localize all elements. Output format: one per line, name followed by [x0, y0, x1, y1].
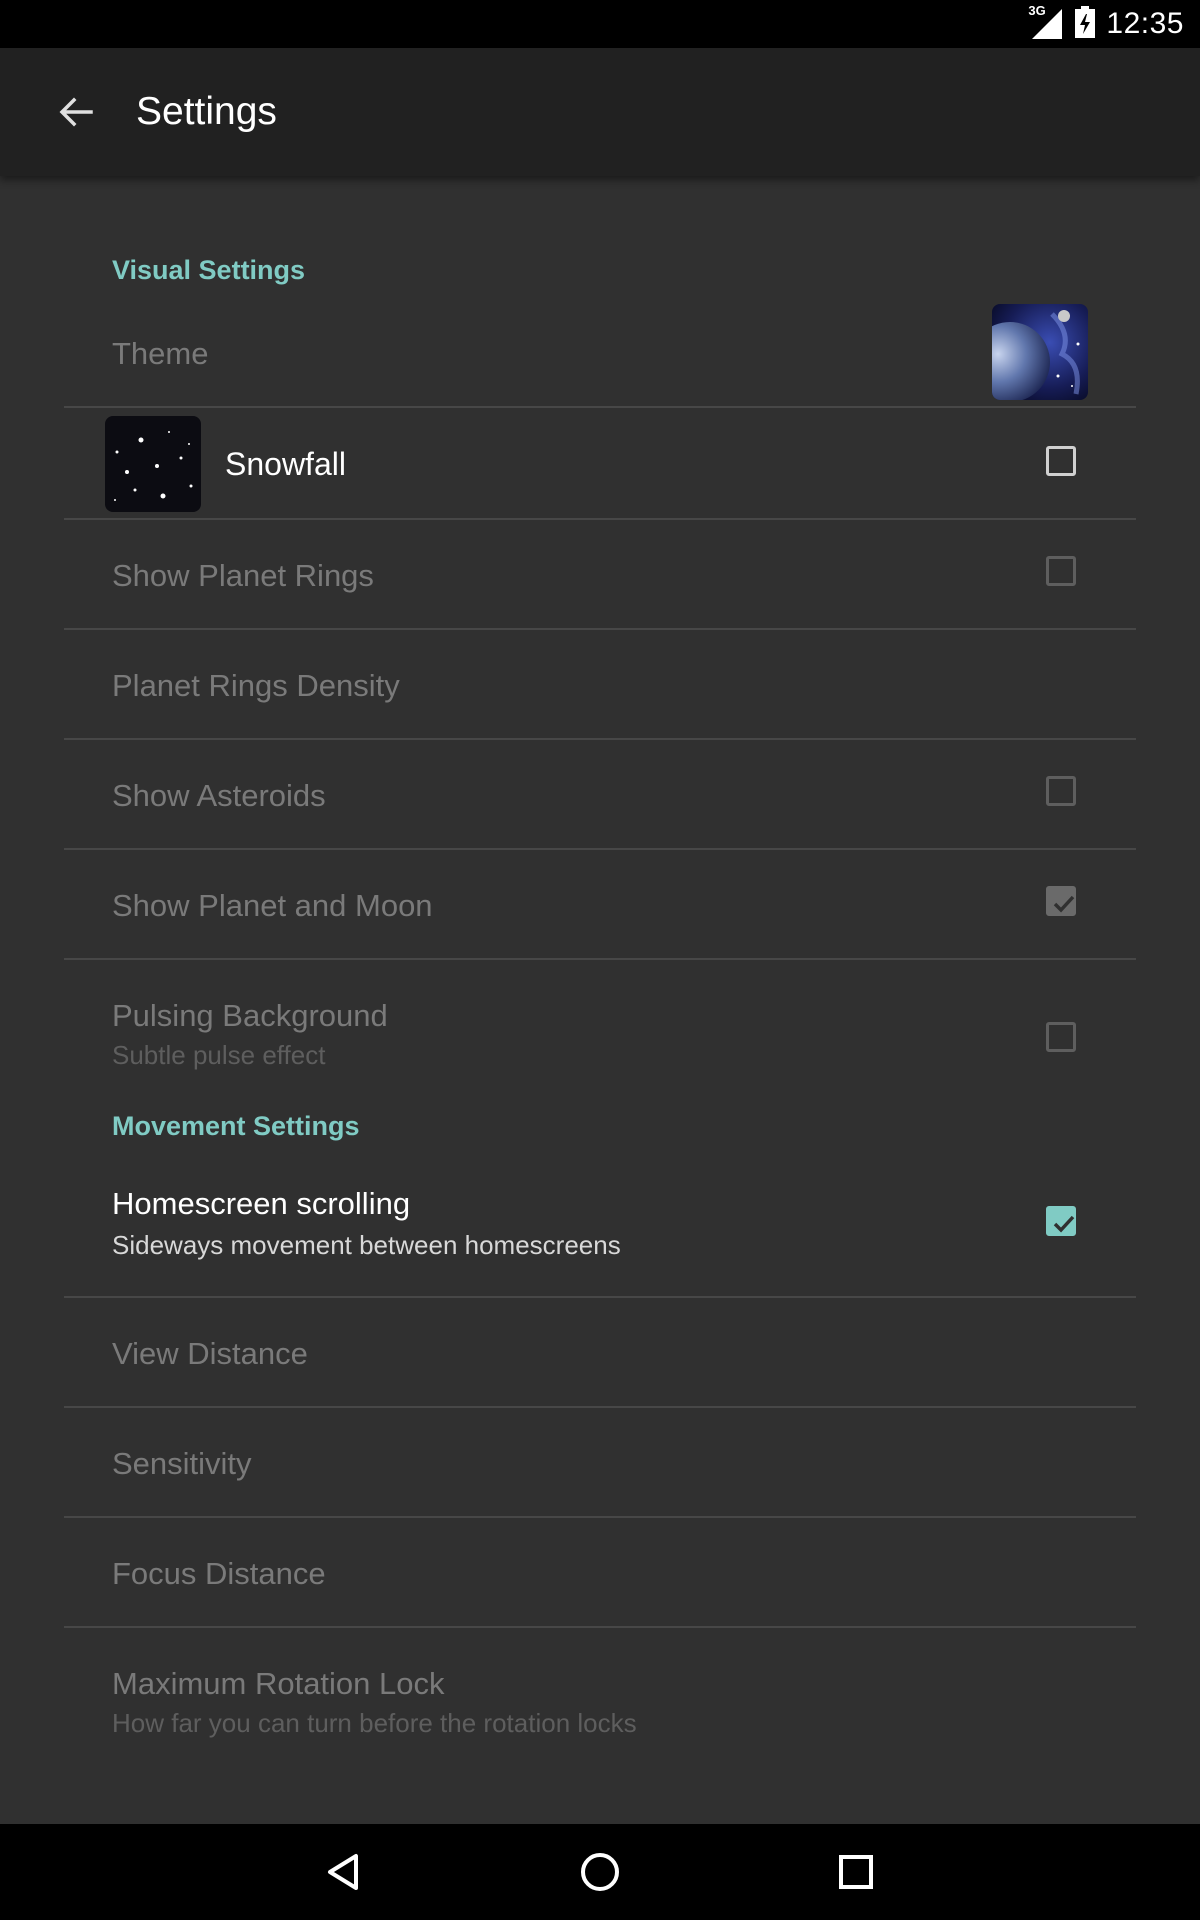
pref-summary: Sideways movement between homescreens	[112, 1230, 621, 1260]
category-movement-settings: Movement Settings	[64, 1078, 1136, 1150]
pref-title: Focus Distance	[112, 1556, 326, 1591]
settings-list: Visual Settings Theme Snowfall Show Plan…	[64, 176, 1136, 1738]
homescreen-scrolling-checkbox[interactable]	[1046, 1206, 1076, 1236]
pref-title: Pulsing Background	[112, 998, 388, 1033]
circle-home-icon	[581, 1853, 619, 1891]
status-icons: 3G 12:35	[1028, 0, 1184, 48]
pref-show-planet-and-moon[interactable]: Show Planet and Moon	[64, 850, 1136, 960]
network-type-label: 3G	[1028, 3, 1046, 18]
square-recents-icon	[839, 1855, 873, 1889]
pref-title: Show Planet Rings	[112, 558, 374, 593]
pref-title: View Distance	[112, 1336, 308, 1371]
snowfall-checkbox[interactable]	[1046, 446, 1076, 476]
pref-title: Show Planet and Moon	[112, 888, 433, 923]
pref-title: Theme	[112, 336, 209, 371]
pref-planet-rings-density[interactable]: Planet Rings Density	[64, 630, 1136, 740]
pref-view-distance[interactable]: View Distance	[64, 1298, 1136, 1408]
nav-recents-button[interactable]	[826, 1842, 886, 1902]
app-bar: Settings	[0, 48, 1200, 176]
navigation-bar	[0, 1824, 1200, 1920]
pref-sensitivity[interactable]: Sensitivity	[64, 1408, 1136, 1518]
pref-snowfall[interactable]: Snowfall	[64, 408, 1136, 520]
nav-back-button[interactable]	[314, 1842, 374, 1902]
battery-icon	[1074, 5, 1096, 44]
pref-title: Show Asteroids	[112, 778, 326, 813]
nav-home-button[interactable]	[570, 1842, 630, 1902]
check-icon	[1053, 1215, 1075, 1233]
pref-title: Maximum Rotation Lock	[112, 1666, 445, 1701]
planet-rings-checkbox[interactable]	[1046, 556, 1076, 586]
asteroids-checkbox[interactable]	[1046, 776, 1076, 806]
pref-summary: How far you can turn before the rotation…	[112, 1708, 637, 1738]
category-visual-settings: Visual Settings	[64, 176, 1136, 304]
signal-icon: 3G	[1028, 3, 1064, 41]
pref-maximum-rotation-lock[interactable]: Maximum Rotation Lock How far you can tu…	[64, 1628, 1136, 1738]
check-icon	[1053, 895, 1075, 913]
page-title: Settings	[136, 90, 277, 133]
back-button[interactable]	[40, 76, 112, 148]
pref-title: Snowfall	[225, 446, 346, 482]
pref-summary: Subtle pulse effect	[112, 1040, 326, 1070]
pref-homescreen-scrolling[interactable]: Homescreen scrolling Sideways movement b…	[64, 1150, 1136, 1298]
pref-title: Homescreen scrolling	[112, 1186, 411, 1221]
pulsing-checkbox[interactable]	[1046, 1022, 1076, 1052]
snowfall-thumbnail	[105, 416, 201, 512]
pref-show-asteroids[interactable]: Show Asteroids	[64, 740, 1136, 850]
pref-pulsing-background[interactable]: Pulsing Background Subtle pulse effect	[64, 960, 1136, 1078]
planet-moon-checkbox[interactable]	[1046, 886, 1076, 916]
pref-theme[interactable]: Theme	[64, 304, 1136, 408]
theme-thumbnail	[992, 304, 1088, 400]
triangle-back-icon	[328, 1854, 358, 1890]
pref-title: Sensitivity	[112, 1446, 252, 1481]
status-bar: 3G 12:35	[0, 0, 1200, 48]
arrow-back-icon	[59, 97, 93, 127]
category-header: Movement Settings	[112, 1111, 360, 1141]
pref-show-planet-rings[interactable]: Show Planet Rings	[64, 520, 1136, 630]
category-header: Visual Settings	[112, 255, 306, 285]
clock: 12:35	[1106, 7, 1184, 40]
pref-title: Planet Rings Density	[112, 668, 400, 703]
pref-focus-distance[interactable]: Focus Distance	[64, 1518, 1136, 1628]
